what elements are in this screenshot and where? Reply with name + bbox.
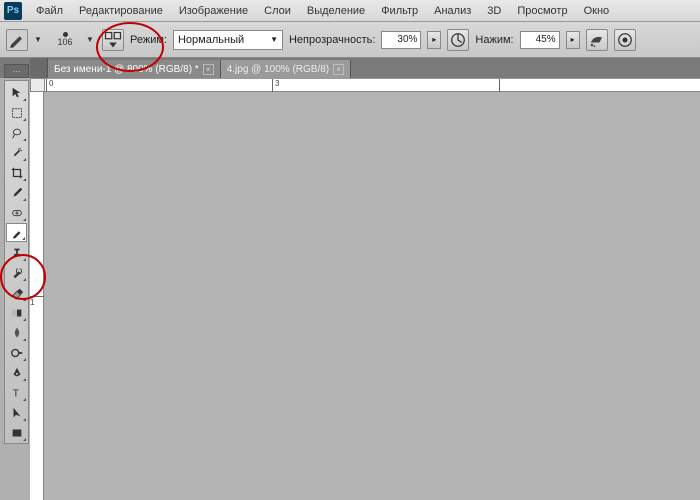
opacity-flyout[interactable]: ▸ <box>427 31 441 49</box>
options-bar: ▼ 106 ▼ Режим: Нормальный ▼ Непрозрачнос… <box>0 22 700 58</box>
ruler-vertical[interactable]: 1 <box>30 92 44 500</box>
menu-3d[interactable]: 3D <box>479 5 509 17</box>
tablet-size-toggle[interactable] <box>614 29 636 51</box>
menu-edit[interactable]: Редактирование <box>71 5 171 17</box>
menu-window[interactable]: Окно <box>576 5 618 17</box>
ruler-tick: 1 <box>30 296 44 307</box>
document-tab-label: 4.jpg @ 100% (RGB/8) <box>227 64 329 75</box>
eyedropper-tool[interactable] <box>6 183 27 202</box>
document-tab-strip: Без имени-1 @ 800% (RGB/8) * × 4.jpg @ 1… <box>0 58 700 78</box>
tablet-pressure-size-icon <box>615 30 635 50</box>
document-tab[interactable]: 4.jpg @ 100% (RGB/8) × <box>221 60 351 78</box>
tools-panel: T <box>4 80 29 444</box>
menu-filter[interactable]: Фильтр <box>373 5 426 17</box>
close-icon[interactable]: × <box>333 64 344 75</box>
flow-flyout[interactable]: ▸ <box>566 31 580 49</box>
svg-text:T: T <box>12 387 19 399</box>
opacity-input[interactable]: 30% <box>381 31 421 49</box>
clone-stamp-tool[interactable] <box>6 243 27 262</box>
menu-file[interactable]: Файл <box>28 5 71 17</box>
menu-select[interactable]: Выделение <box>299 5 373 17</box>
tablet-pressure-icon <box>448 30 468 50</box>
blend-mode-value: Нормальный <box>178 34 244 46</box>
tools-panel-grip[interactable]: ⋯ <box>4 64 29 78</box>
airbrush-toggle[interactable] <box>586 29 608 51</box>
chevron-down-icon[interactable]: ▼ <box>86 35 96 44</box>
tab-shelf <box>30 58 48 78</box>
opacity-label: Непрозрачность: <box>289 34 375 46</box>
chevron-down-icon: ▼ <box>270 35 278 44</box>
blur-tool[interactable] <box>6 323 27 342</box>
eraser-tool[interactable] <box>6 283 27 302</box>
menu-analysis[interactable]: Анализ <box>426 5 479 17</box>
shape-tool[interactable] <box>6 423 27 442</box>
document-canvas[interactable] <box>45 92 700 500</box>
lasso-tool[interactable] <box>6 123 27 142</box>
tool-preset-picker[interactable] <box>6 29 28 51</box>
close-icon[interactable]: × <box>203 64 214 75</box>
type-tool[interactable]: T <box>6 383 27 402</box>
document-tab-active[interactable]: Без имени-1 @ 800% (RGB/8) * × <box>48 60 221 78</box>
brush-tool[interactable] <box>6 223 27 242</box>
document-tab-label: Без имени-1 @ 800% (RGB/8) * <box>54 64 199 75</box>
brush-preset-picker[interactable]: 106 <box>50 25 80 55</box>
move-tool[interactable] <box>6 83 27 102</box>
brush-panel-icon <box>103 30 123 50</box>
brush-icon <box>7 30 27 50</box>
flow-label: Нажим: <box>475 34 513 46</box>
blend-mode-select[interactable]: Нормальный ▼ <box>173 30 283 50</box>
path-selection-tool[interactable] <box>6 403 27 422</box>
tablet-opacity-toggle[interactable] <box>447 29 469 51</box>
app-logo: Ps <box>4 2 22 20</box>
mode-label: Режим: <box>130 34 167 46</box>
menu-image[interactable]: Изображение <box>171 5 256 17</box>
menu-bar: Ps Файл Редактирование Изображение Слои … <box>0 0 700 22</box>
ruler-horizontal[interactable]: 0 3 <box>45 78 700 92</box>
history-brush-tool[interactable] <box>6 263 27 282</box>
ruler-tick: 3 <box>272 79 279 93</box>
chevron-down-icon[interactable]: ▼ <box>34 35 44 44</box>
brush-size-label: 106 <box>57 37 72 47</box>
healing-brush-tool[interactable] <box>6 203 27 222</box>
collapse-icon: ⋯ <box>13 67 21 76</box>
ruler-tick <box>499 79 502 93</box>
flow-input[interactable]: 45% <box>520 31 560 49</box>
gradient-tool[interactable] <box>6 303 27 322</box>
brush-panel-toggle[interactable] <box>102 29 124 51</box>
crop-tool[interactable] <box>6 163 27 182</box>
marquee-tool[interactable] <box>6 103 27 122</box>
magic-wand-tool[interactable] <box>6 143 27 162</box>
ruler-origin[interactable] <box>30 78 45 92</box>
menu-layer[interactable]: Слои <box>256 5 299 17</box>
pen-tool[interactable] <box>6 363 27 382</box>
menu-view[interactable]: Просмотр <box>509 5 575 17</box>
dodge-tool[interactable] <box>6 343 27 362</box>
airbrush-icon <box>587 30 607 50</box>
ruler-tick: 0 <box>46 79 53 93</box>
